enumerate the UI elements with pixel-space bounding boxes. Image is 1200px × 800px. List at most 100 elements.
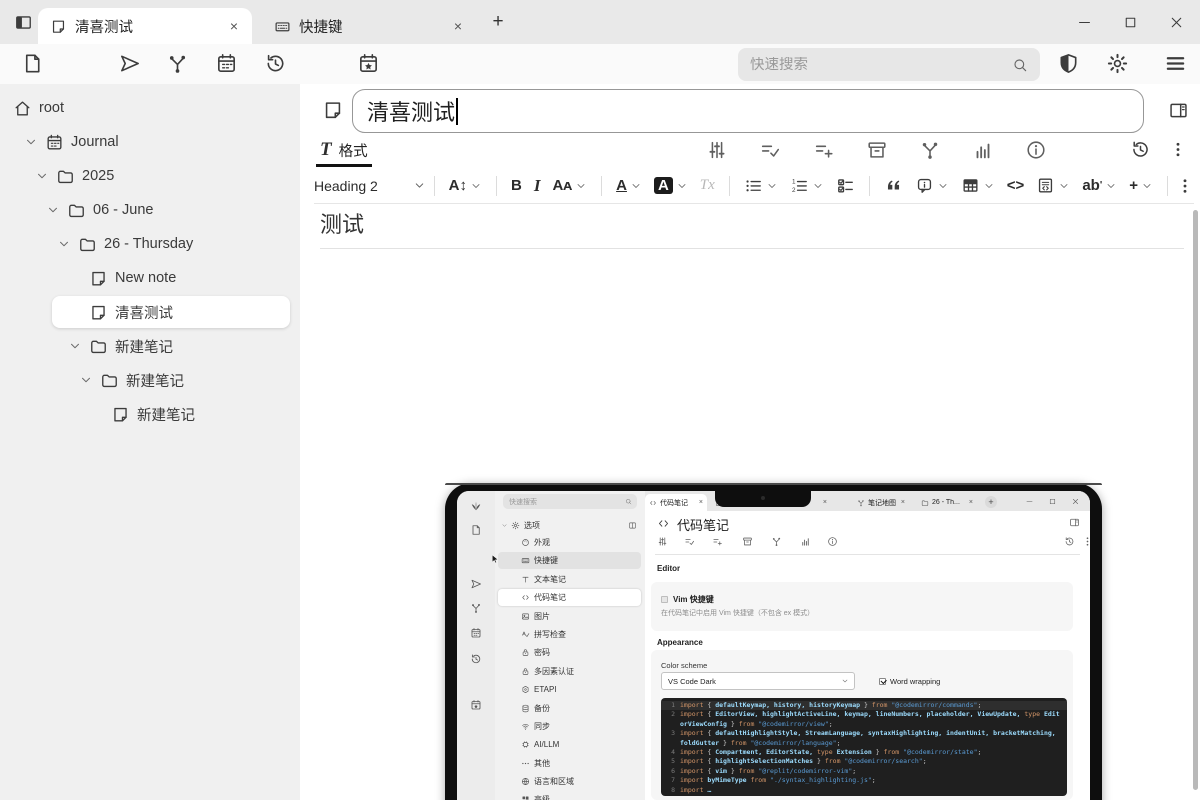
tree-item[interactable]: New note [0,261,300,295]
ribbon-tab-file-properties-icon[interactable] [866,139,888,161]
quote-button[interactable] [884,176,903,195]
menu-icon[interactable] [1164,52,1187,75]
expand-chevron-icon[interactable] [35,169,49,183]
tab-close-icon[interactable]: × [450,18,466,34]
globe-icon [521,777,530,786]
tree-item[interactable]: 2025 [0,159,300,193]
background-color-button[interactable]: A [654,177,688,194]
abbreviation-button[interactable]: ab' [1082,177,1117,194]
remove-format-button[interactable]: Tx [700,177,715,194]
numbered-list-button[interactable]: 12 [790,176,824,195]
admonition-icon [915,176,934,195]
embedded-settings-label: ETAPI [534,685,557,694]
keyboard-icon [274,18,291,35]
ribbon-tab-owned-attributes-icon[interactable] [759,139,781,161]
search-icon[interactable] [1012,57,1028,73]
new-note-launcher-icon[interactable] [21,52,44,75]
note-menu-icon[interactable] [1169,139,1187,160]
embedded-settings-label: 外观 [534,537,550,548]
tree-item[interactable]: 新建笔记 [0,397,300,431]
tab-note[interactable]: 清喜测试 × [38,8,252,44]
api-icon [521,685,530,694]
expand-chevron-icon[interactable] [46,203,60,217]
ribbon-tab-note-map-icon[interactable] [919,139,941,161]
vim-description: 在代码笔记中启用 Vim 快捷键（不包含 ex 模式） [661,608,814,618]
maximize-icon[interactable] [1122,14,1139,31]
content-heading: 测试 [320,207,1184,249]
appearance-card: Color scheme VS Code Dark Word wrapping … [651,650,1073,800]
tree-item[interactable]: root [0,91,300,125]
toolbar-more-icon[interactable] [1176,176,1194,196]
embedded-calendar-icon [470,627,482,639]
folder-icon [921,499,929,507]
expand-chevron-icon[interactable] [79,373,93,387]
expand-chevron-icon[interactable] [68,339,82,353]
toolbar-separator [869,176,870,196]
bold-button[interactable]: B [511,177,522,194]
tree-item[interactable]: 26 - Thursday [0,227,300,261]
editor-settings-card: Vim 快捷键 在代码笔记中启用 Vim 快捷键（不包含 ex 模式） [651,582,1073,631]
jump-to-launcher-icon[interactable] [118,52,141,75]
font-color-button[interactable]: A [616,177,642,194]
cl-icon [836,176,855,195]
tree-item[interactable]: 新建笔记 [0,363,300,397]
table-button[interactable] [961,176,995,195]
ribbon-tab-format[interactable]: T 格式 [316,136,372,167]
note-map-launcher-icon[interactable] [166,52,189,75]
inline-code-button[interactable]: <> [1007,177,1025,194]
italic-button[interactable]: I [534,176,541,196]
search-input[interactable] [738,57,1012,73]
word-wrapping-label: Word wrapping [890,677,940,686]
admonition-button[interactable] [915,176,949,195]
font-family-button[interactable]: Aᴀ [552,177,587,194]
tree-item[interactable]: 清喜测试 [0,295,300,329]
search-launcher-icon[interactable] [69,52,92,75]
chev-icon [1058,180,1070,192]
recent-changes-launcher-icon[interactable] [264,52,287,75]
insert-button[interactable]: + [1129,177,1153,194]
scrollbar-thumb[interactable] [1193,210,1198,790]
revisions-icon[interactable] [1130,139,1151,160]
embedded-image[interactable]: 快速搜索 选项外观快捷键文本笔记代码笔记图片拼写检查密码多因素认证ETAPI备份… [445,483,1102,800]
bullet-list-button[interactable] [744,176,778,195]
gear-icon [511,521,520,530]
ribbon-tab-note-size-icon[interactable] [972,139,994,161]
section-heading: Editor [657,564,680,573]
tab-shortcuts[interactable]: 快捷键 × [262,8,476,44]
lock-icon [521,667,530,676]
new-tab-button[interactable]: + [488,12,508,32]
note-title-input[interactable]: 清喜测试 [352,89,1144,133]
embedded-settings-label: 密码 [534,647,550,658]
heading-select[interactable]: Heading 2 [314,178,426,194]
sidebar-toggle-icon[interactable] [14,13,33,32]
protected-session-icon[interactable] [1057,52,1080,75]
right-pane-toggle-icon[interactable] [1168,100,1189,121]
calendar-launcher-icon[interactable] [215,52,238,75]
settings-icon[interactable] [1106,52,1129,75]
tree-item[interactable]: 06 - June [0,193,300,227]
code-block-button[interactable] [1036,176,1070,195]
tab-close-icon[interactable]: × [226,18,242,34]
divider [655,554,1080,555]
code-icon [657,517,670,530]
tree-item[interactable]: Journal [0,125,300,159]
text-caret [456,98,458,125]
note-editor[interactable]: 测试 快速搜索 选项外观快捷键文本笔记代码笔记图片拼写检查密码多因素认证ETAP… [320,204,1184,800]
minimize-icon[interactable] [1076,14,1093,31]
embedded-tabbar: 代码笔记×清喜测试×笔记地图×26 - Th...× + [645,491,1090,511]
embedded-settings-label: 其他 [534,758,550,769]
expand-chevron-icon[interactable] [57,237,71,251]
check-list-button[interactable] [836,176,855,195]
embedded-settings-item: AI/LLM [495,736,645,753]
tree-item-label: 新建笔记 [137,404,195,425]
embedded-settings-label: 快捷键 [534,555,558,566]
background-color-glyph: A [654,177,673,194]
font-size-button[interactable]: A↕ [449,177,482,194]
expand-chevron-icon[interactable] [24,135,38,149]
ribbon-tab-basic-properties-icon[interactable] [706,139,728,161]
ribbon-tab-note-info-icon[interactable] [1025,139,1047,161]
ribbon-tab-inherited-attributes-icon[interactable] [813,139,835,161]
tree-item[interactable]: 新建笔记 [0,329,300,363]
today-launcher-icon[interactable] [357,52,380,75]
close-icon[interactable] [1168,14,1185,31]
